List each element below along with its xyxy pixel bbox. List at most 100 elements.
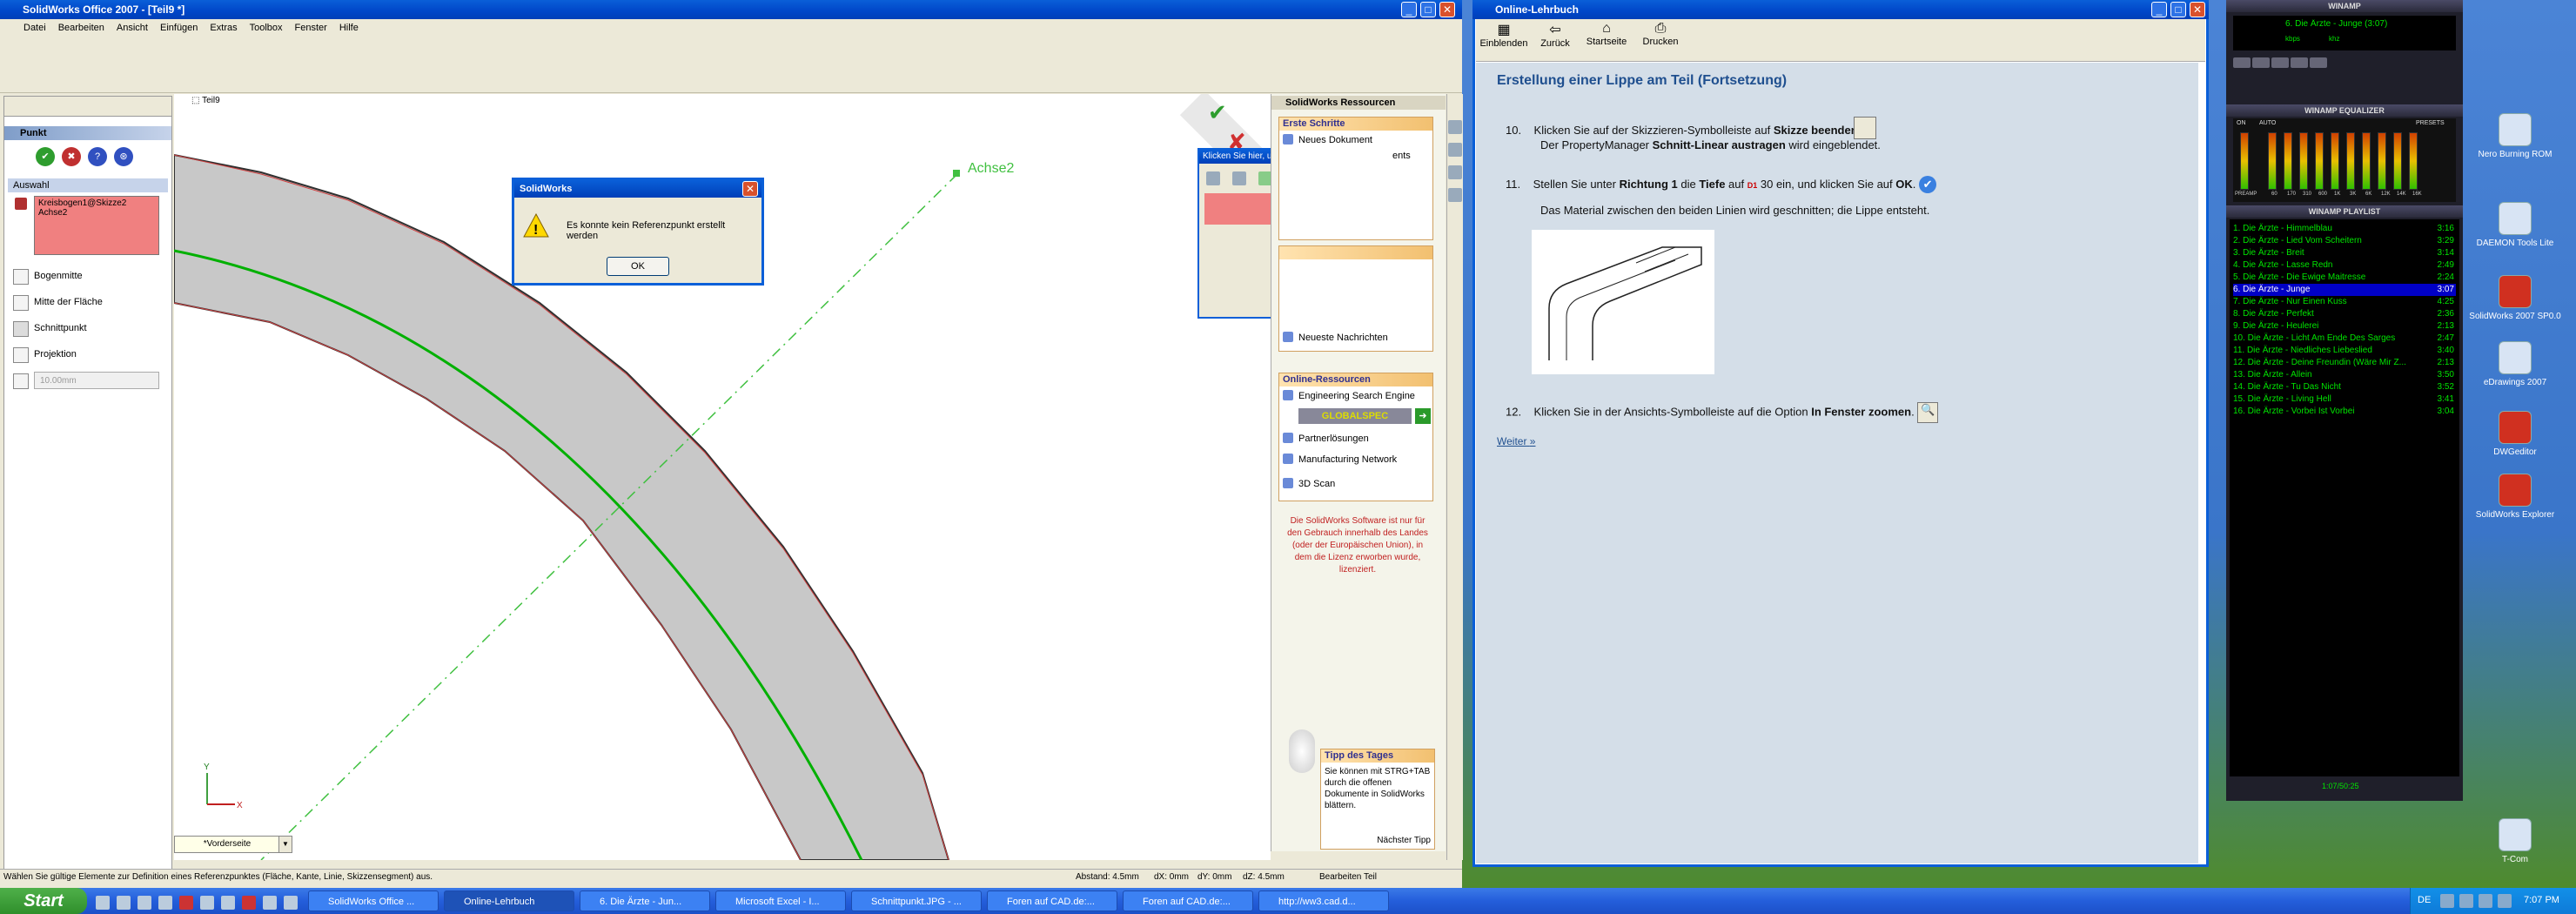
desktop-icon-edrawings[interactable]: eDrawings 2007: [2454, 341, 2576, 387]
playlist-item[interactable]: 4. Die Ärzte - Lasse Redn 2:49: [2233, 259, 2456, 272]
ok-check-button[interactable]: ✔: [36, 147, 55, 166]
link-3d-scan[interactable]: 3D Scan: [1279, 474, 1446, 494]
home-button[interactable]: ⌂ Startseite: [1582, 21, 1631, 47]
winamp-titlebar[interactable]: WINAMP: [2226, 0, 2463, 12]
help-question-button[interactable]: ?: [88, 147, 107, 166]
globalspec-go-icon[interactable]: ➜: [1415, 408, 1431, 424]
eq-auto-toggle[interactable]: AUTO: [2259, 120, 2276, 126]
sw-close-button[interactable]: ✕: [1439, 2, 1455, 17]
distance-input[interactable]: 10.00mm: [34, 372, 159, 389]
play-icon[interactable]: [2252, 57, 2270, 68]
eq-band-slider[interactable]: [2362, 132, 2371, 190]
quicklaunch-more-icon[interactable]: [284, 896, 298, 910]
playlist-item[interactable]: 6. Die Ärzte - Junge 3:07: [2233, 284, 2456, 296]
eq-band-slider[interactable]: [2393, 132, 2402, 190]
menu-einfuegen[interactable]: Einfügen: [154, 21, 204, 35]
dialog-ok-button[interactable]: OK: [607, 257, 669, 276]
link-partner-solutions[interactable]: Partnerlösungen: [1279, 429, 1446, 448]
desktop-icon-nero[interactable]: Nero Burning ROM: [2454, 113, 2576, 159]
prev-icon[interactable]: [2233, 57, 2251, 68]
pause-icon[interactable]: [2271, 57, 2289, 68]
quicklaunch-acrobat-icon[interactable]: [242, 896, 256, 910]
playlist-item[interactable]: 7. Die Ärzte - Nur Einen Kuss 4:25: [2233, 296, 2456, 308]
measure-mm-icon[interactable]: [1232, 171, 1246, 185]
playlist-item[interactable]: 15. Die Ärzte - Living Hell 3:41: [2233, 393, 2456, 406]
next-tip-link[interactable]: Nächster Tipp: [1377, 836, 1431, 845]
eq-band-slider[interactable]: [2409, 132, 2418, 190]
help-minimize-button[interactable]: _: [2151, 2, 2167, 17]
view-dropdown-icon[interactable]: ▼: [278, 836, 292, 853]
tray-winamp-icon[interactable]: [2498, 894, 2512, 908]
start-button[interactable]: Start: [0, 888, 87, 914]
playlist-item[interactable]: 16. Die Ärzte - Vorbei Ist Vorbei 3:04: [2233, 406, 2456, 418]
eq-band-slider[interactable]: [2315, 132, 2324, 190]
help-maximize-button[interactable]: □: [2170, 2, 2186, 17]
link-new-document[interactable]: Neues Dokument: [1279, 131, 1432, 150]
playlist-item[interactable]: 3. Die Ärzte - Breit 3:14: [2233, 247, 2456, 259]
next-link[interactable]: Weiter »: [1497, 435, 1535, 447]
sw-titlebar[interactable]: SolidWorks Office 2007 - [Teil9 *]: [0, 0, 1462, 19]
quicklaunch-sw-icon[interactable]: [179, 896, 193, 910]
desktop-icon-solidworks[interactable]: SolidWorks 2007 SP0.0: [2454, 275, 2576, 321]
pushpin-button[interactable]: ⊛: [114, 147, 133, 166]
dialog-close-button[interactable]: ✕: [742, 181, 758, 197]
link-news[interactable]: Neueste Nachrichten: [1279, 328, 1446, 347]
tab-resources-icon[interactable]: [1448, 120, 1462, 134]
quicklaunch-media-icon[interactable]: [158, 896, 172, 910]
eq-band-slider[interactable]: [2331, 132, 2339, 190]
eq-preamp-slider[interactable]: [2240, 132, 2249, 190]
desktop-icon-tcom[interactable]: T-Com: [2454, 818, 2576, 864]
selection-listbox[interactable]: Kreisbogen1@Skizze2 Achse2: [34, 196, 159, 255]
eq-band-slider[interactable]: [2268, 132, 2277, 190]
measure-units-icon[interactable]: [1206, 171, 1220, 185]
view-orientation-label[interactable]: *Vorderseite: [174, 836, 280, 853]
menu-extras[interactable]: Extras: [204, 21, 243, 35]
desktop-icon-daemon[interactable]: DAEMON Tools Lite: [2454, 202, 2576, 248]
back-button[interactable]: ⇦ Zurück: [1533, 21, 1577, 49]
news-header[interactable]: [1279, 246, 1432, 259]
menu-hilfe[interactable]: Hilfe: [333, 21, 365, 35]
quicklaunch-ie-icon[interactable]: [96, 896, 110, 910]
language-indicator[interactable]: DE: [2418, 895, 2431, 905]
eq-band-slider[interactable]: [2378, 132, 2386, 190]
playlist-item[interactable]: 14. Die Ärzte - Tu Das Nicht 3:52: [2233, 381, 2456, 393]
tab-explorer-icon[interactable]: [1448, 165, 1462, 179]
eq-on-toggle[interactable]: ON: [2237, 120, 2246, 126]
tab-library-icon[interactable]: [1448, 143, 1462, 157]
quicklaunch-desktop-icon[interactable]: [117, 896, 131, 910]
taskbar-task-button[interactable]: Schnittpunkt.JPG - ...: [851, 890, 982, 911]
menu-bearbeiten[interactable]: Bearbeiten: [52, 21, 111, 35]
help-close-button[interactable]: ✕: [2190, 2, 2205, 17]
feature-tree-root[interactable]: ⬚ Teil9: [191, 96, 220, 105]
playlist-item[interactable]: 12. Die Ärzte - Deine Freundin (Wäre Mir…: [2233, 357, 2456, 369]
taskbar-task-button[interactable]: http://ww3.cad.d...: [1258, 890, 1389, 911]
equalizer-titlebar[interactable]: WINAMP EQUALIZER: [2226, 104, 2463, 117]
globalspec-search-box[interactable]: GLOBALSPEC: [1298, 408, 1412, 424]
first-steps-header[interactable]: Erste Schritte: [1279, 118, 1432, 131]
tray-network-icon[interactable]: [2440, 894, 2454, 908]
eq-band-slider[interactable]: [2284, 132, 2292, 190]
playlist-item[interactable]: 10. Die Ärzte - Licht Am Ende Des Sarges…: [2233, 333, 2456, 345]
print-button[interactable]: ⎙ Drucken: [1636, 21, 1685, 47]
link-engineering-search[interactable]: Engineering Search Engine: [1279, 386, 1432, 406]
tray-security-icon[interactable]: [2479, 894, 2492, 908]
menu-fenster[interactable]: Fenster: [289, 21, 333, 35]
quicklaunch-word-icon[interactable]: [263, 896, 277, 910]
taskbar-task-button[interactable]: Online-Lehrbuch: [444, 890, 574, 911]
quicklaunch-mail-icon[interactable]: [138, 896, 151, 910]
show-button[interactable]: ▦ Einblenden: [1479, 21, 1528, 49]
eq-band-slider[interactable]: [2346, 132, 2355, 190]
desktop-icon-dwgeditor[interactable]: DWGeditor: [2454, 411, 2576, 457]
desktop-icon-sw-explorer[interactable]: SolidWorks Explorer: [2454, 474, 2576, 520]
menu-datei[interactable]: Datei: [17, 21, 52, 35]
dialog-titlebar[interactable]: SolidWorks: [514, 180, 761, 198]
quicklaunch-explorer-icon[interactable]: [200, 896, 214, 910]
playlist-titlebar[interactable]: WINAMP PLAYLIST: [2226, 205, 2463, 218]
taskbar-task-button[interactable]: Microsoft Excel - I...: [715, 890, 846, 911]
tab-search-icon[interactable]: [1448, 188, 1462, 202]
selection-section-header[interactable]: Auswahl: [8, 178, 168, 192]
sw-minimize-button[interactable]: _: [1401, 2, 1417, 17]
corner-ok-icon[interactable]: ✔: [1208, 99, 1227, 125]
link-manufacturing-network[interactable]: Manufacturing Network: [1279, 450, 1446, 469]
stop-icon[interactable]: [2291, 57, 2308, 68]
